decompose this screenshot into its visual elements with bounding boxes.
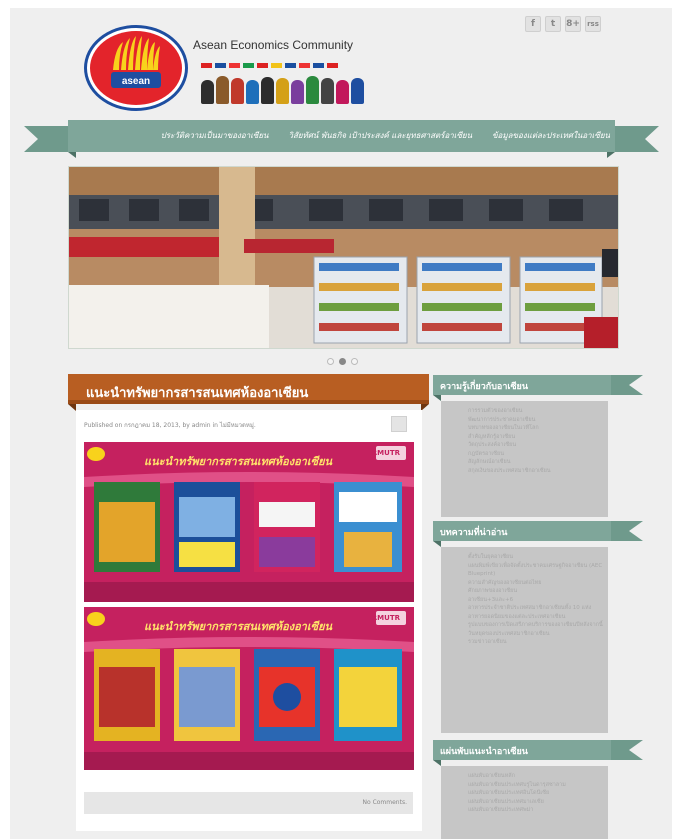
main-nav: ประวัติความเป็นมาของอาเซียน วิสัยทัศน์ พ… (68, 122, 620, 148)
site-title[interactable]: Asean Economics Community (193, 38, 353, 52)
slider-dot[interactable] (327, 358, 334, 365)
nav-item-vision[interactable]: วิสัยทัศน์ พันธกิจ เป้าประสงค์ และยุทธศา… (289, 129, 473, 142)
comment-count-icon[interactable] (391, 416, 407, 432)
widget-link[interactable]: แผนพิมพ์เขียวเพื่อจัดตั้งประชาคมเศรษฐกิจ… (468, 562, 608, 579)
banner-1-title: แนะนำทรัพยากรสารสนเทศห้องอาเซียน (144, 455, 333, 468)
widget-link[interactable]: แผ่นพับอาเซียนหลัก (468, 772, 608, 781)
hero-slider-image[interactable] (68, 166, 619, 349)
widget-link[interactable]: อาเซียน+3และ+6 (468, 596, 608, 605)
logo-text: asean (122, 76, 150, 87)
banner-2-title: แนะนำทรัพยากรสารสนเทศห้องอาเซียน (144, 620, 333, 633)
post-meta: Published on กรกฎาคม 18, 2013, by admin … (84, 422, 256, 429)
widget-2-title: บทความที่น่าอ่าน (440, 528, 508, 538)
widget-1-title: ความรู้เกี่ยวกับอาเซียน (440, 382, 528, 392)
widget-link[interactable]: อาหารประจำชาติประเทศสมาชิกอาเซียนทั้ง 10… (468, 604, 608, 613)
social-links: f t 8+ rss (525, 16, 601, 32)
banner-2-label: RMUTR (371, 614, 400, 622)
slider-dots (327, 358, 358, 365)
slider-dot-active[interactable] (339, 358, 346, 365)
widget-link[interactable]: แผ่นพับอาเซียนประเทศพม่า (468, 806, 608, 815)
rss-icon[interactable]: rss (585, 16, 601, 32)
widget-link[interactable]: สกุลเงินของประเทศสมาชิกอาเซียน (468, 467, 608, 476)
widget-link[interactable]: พัฒนาการประชาคมอาเซียน (468, 416, 608, 425)
widget-2-body: ตั้งรับในยุคอาเซียน แผนพิมพ์เขียวเพื่อจั… (441, 547, 608, 733)
widget-link[interactable]: สำคัญหลักรู้อาเซียน (468, 433, 608, 442)
twitter-icon[interactable]: t (545, 16, 561, 32)
widget-link[interactable]: ตั้งรับในยุคอาเซียน (468, 553, 608, 562)
slider-dot[interactable] (351, 358, 358, 365)
banner-1-label: RMUTR (371, 449, 400, 457)
google-plus-icon[interactable]: 8+ (565, 16, 581, 32)
comments-link[interactable]: No Comments. (363, 799, 408, 806)
widget-link[interactable]: วัตถุประสงค์อาเซียน (468, 441, 608, 450)
facebook-icon[interactable]: f (525, 16, 541, 32)
asean-people-illustration (201, 76, 364, 104)
post-title[interactable]: แนะนำทรัพยากรสารสนเทศห้องอาเซียน (86, 382, 308, 403)
widget-link[interactable]: ศักยภาพของอาเซียน (468, 587, 608, 596)
widget-link[interactable]: วันหยุดของประเทศสมาชิกอาเซียน (468, 630, 608, 639)
post-banner-2[interactable]: แนะนำทรัพยากรสารสนเทศห้องอาเซียน RMUTR (84, 607, 414, 770)
post-banner-1[interactable]: แนะนำทรัพยากรสารสนเทศห้องอาเซียน RMUTR (84, 442, 414, 602)
widget-link[interactable]: รูปแบบของการเปิดเสรีภาคบริการของอาเซียนป… (468, 621, 608, 630)
widget-link[interactable]: แผ่นพับอาเซียนประเทศอินโดนีเซีย (468, 789, 608, 798)
post-footer: No Comments. (84, 792, 413, 814)
widget-link[interactable]: กฎบัตรอาเซียน (468, 450, 608, 459)
widget-link[interactable]: แผ่นพับอาเซียนประเทศมาเลเซีย (468, 798, 608, 807)
widget-link[interactable]: การรวมตัวของอาเซียน (468, 407, 608, 416)
widget-link[interactable]: แผ่นพับอาเซียนประเทศบรูไนดารุสซาลาม (468, 781, 608, 790)
widget-3-body: แผ่นพับอาเซียนหลัก แผ่นพับอาเซียนประเทศบ… (441, 766, 608, 839)
widget-link[interactable]: สัญลักษณ์อาเซียน (468, 458, 608, 467)
widget-link[interactable]: บทบาทของอาเซียนในเวทีโลก (468, 424, 608, 433)
widget-link[interactable]: อาหารยอดนิยมของแต่ละประเทศอาเซียน (468, 613, 608, 622)
widget-link[interactable]: รวมข่าวอาเซียน (468, 638, 608, 647)
widget-3-title: แผ่นพับแนะนำอาเซียน (440, 747, 528, 757)
asean-logo[interactable]: asean (83, 24, 189, 112)
widget-1-body: การรวมตัวของอาเซียน พัฒนาการประชาคมอาเซี… (441, 401, 608, 517)
member-flags (201, 63, 338, 68)
nav-item-history[interactable]: ประวัติความเป็นมาของอาเซียน (161, 129, 269, 142)
widget-link[interactable]: ความสำคัญของอาเซียนต่อไทย (468, 579, 608, 588)
nav-item-country-info[interactable]: ข้อมูลของแต่ละประเทศในอาเซียน (492, 129, 610, 142)
